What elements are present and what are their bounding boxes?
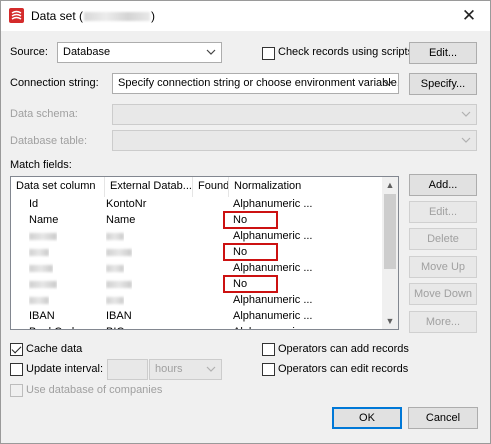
move-up-button[interactable]: Move Up bbox=[409, 256, 477, 278]
operators-add-label[interactable]: Operators can add records bbox=[278, 343, 409, 355]
scrollbar-thumb[interactable] bbox=[384, 194, 396, 269]
cache-data-label[interactable]: Cache data bbox=[26, 343, 82, 355]
interval-value-input[interactable] bbox=[107, 359, 148, 380]
chevron-down-icon bbox=[461, 137, 471, 143]
data-set-column-cell: Id bbox=[29, 198, 39, 210]
highlight-box bbox=[223, 275, 278, 293]
chevron-down-icon bbox=[206, 366, 216, 372]
operators-edit-label[interactable]: Operators can edit records bbox=[278, 363, 408, 375]
list-scrollbar[interactable]: ▲ ▼ bbox=[382, 177, 398, 329]
external-database-cell: IBAN bbox=[106, 310, 132, 322]
connection-string-value: Specify connection string or choose envi… bbox=[118, 77, 399, 89]
move-down-button[interactable]: Move Down bbox=[409, 283, 477, 305]
column-header-found[interactable]: Found bbox=[193, 177, 229, 197]
cache-data-checkbox[interactable] bbox=[10, 343, 23, 356]
use-database-of-companies-checkbox[interactable] bbox=[10, 384, 23, 397]
close-icon[interactable]: ✕ bbox=[458, 5, 480, 27]
window-title-suffix: ) bbox=[151, 9, 156, 23]
column-header-data-set-column[interactable]: Data set column bbox=[11, 177, 105, 197]
delete-field-button[interactable]: Delete bbox=[409, 228, 477, 250]
table-row[interactable]: Alphanumeric ... bbox=[11, 229, 383, 245]
table-row[interactable]: Alphanumeric ... bbox=[11, 261, 383, 277]
column-header-normalization[interactable]: Normalization bbox=[229, 177, 383, 197]
data-schema-select[interactable] bbox=[112, 104, 477, 125]
table-row[interactable]: IBAN IBAN Alphanumeric ... bbox=[11, 309, 383, 325]
connection-string-label: Connection string: bbox=[10, 77, 99, 89]
normalization-cell: Alphanumeric ... bbox=[233, 294, 313, 306]
redacted-cell bbox=[29, 278, 57, 290]
interval-unit-select[interactable]: hours bbox=[149, 359, 222, 380]
external-database-cell: BIC bbox=[106, 326, 190, 329]
data-set-column-cell: Name bbox=[29, 214, 59, 226]
specify-button[interactable]: Specify... bbox=[409, 73, 477, 95]
source-select-value: Database bbox=[63, 46, 111, 58]
connection-string-select[interactable]: Specify connection string or choose envi… bbox=[112, 73, 399, 94]
window-title: Data set () bbox=[31, 9, 155, 23]
operators-add-checkbox[interactable] bbox=[262, 343, 275, 356]
redacted-cell bbox=[106, 230, 124, 242]
cancel-button[interactable]: Cancel bbox=[408, 407, 478, 429]
app-logo-icon bbox=[9, 8, 24, 23]
table-row[interactable]: Name Name No bbox=[11, 211, 383, 229]
table-row[interactable]: Alphanumeric ... bbox=[11, 293, 383, 309]
chevron-down-icon bbox=[206, 49, 216, 55]
normalization-cell: Alphanumeric ... bbox=[233, 198, 313, 210]
data-schema-label: Data schema: bbox=[10, 108, 78, 120]
check-records-label[interactable]: Check records using scripts bbox=[278, 46, 413, 58]
data-set-column-cell: BankCode bbox=[29, 326, 103, 329]
external-database-cell: KontoNr bbox=[106, 198, 147, 210]
table-row[interactable]: No bbox=[11, 275, 383, 293]
data-set-dialog: Data set () ✕ Source: Database Check rec… bbox=[0, 0, 491, 444]
operators-edit-checkbox[interactable] bbox=[262, 363, 275, 376]
match-fields-label: Match fields: bbox=[10, 159, 72, 171]
redacted-title-text bbox=[84, 12, 151, 22]
add-field-button[interactable]: Add... bbox=[409, 174, 477, 196]
normalization-cell: Alphanumeric ... bbox=[233, 262, 313, 274]
redacted-cell bbox=[106, 278, 132, 290]
column-header-external-database[interactable]: External Datab... bbox=[105, 177, 193, 197]
ok-button[interactable]: OK bbox=[332, 407, 402, 429]
database-table-label: Database table: bbox=[10, 135, 88, 147]
redacted-cell bbox=[29, 262, 53, 274]
window-title-prefix: Data set ( bbox=[31, 9, 84, 23]
normalization-cell: Alphanumeric ... bbox=[233, 310, 313, 322]
more-button[interactable]: More... bbox=[409, 311, 477, 333]
external-database-cell: Name bbox=[106, 214, 136, 226]
list-header: Data set column External Datab... Found … bbox=[11, 177, 383, 197]
highlight-box bbox=[223, 243, 278, 261]
normalization-cell: Alphanumeric ... bbox=[233, 326, 381, 329]
check-records-checkbox[interactable] bbox=[262, 47, 275, 60]
chevron-down-icon bbox=[461, 111, 471, 117]
table-row[interactable]: Id KontoNr Alphanumeric ... bbox=[11, 197, 383, 213]
highlight-box bbox=[223, 211, 278, 229]
redacted-cell bbox=[29, 246, 49, 258]
edit-source-button[interactable]: Edit... bbox=[409, 42, 477, 64]
table-row[interactable]: No bbox=[11, 243, 383, 261]
edit-field-button[interactable]: Edit... bbox=[409, 201, 477, 223]
data-set-column-cell: IBAN bbox=[29, 310, 55, 322]
use-database-of-companies-label[interactable]: Use database of companies bbox=[26, 384, 162, 396]
redacted-cell bbox=[29, 294, 49, 306]
source-label: Source: bbox=[10, 46, 48, 58]
source-select[interactable]: Database bbox=[57, 42, 222, 63]
database-table-select[interactable] bbox=[112, 130, 477, 151]
redacted-cell bbox=[106, 294, 124, 306]
redacted-cell bbox=[106, 246, 132, 258]
interval-unit-value: hours bbox=[155, 363, 183, 375]
redacted-cell bbox=[106, 262, 124, 274]
normalization-cell: Alphanumeric ... bbox=[233, 230, 313, 242]
scroll-down-icon[interactable]: ▼ bbox=[382, 313, 398, 329]
chevron-down-icon bbox=[383, 80, 393, 86]
update-interval-label[interactable]: Update interval: bbox=[26, 363, 103, 375]
update-interval-checkbox[interactable] bbox=[10, 363, 23, 376]
match-fields-list[interactable]: Data set column External Datab... Found … bbox=[10, 176, 399, 330]
table-row[interactable]: BankCodeBIC Alphanumeric ... bbox=[11, 325, 383, 329]
title-bar: Data set () ✕ bbox=[1, 1, 490, 31]
scroll-up-icon[interactable]: ▲ bbox=[382, 177, 398, 193]
redacted-cell bbox=[29, 230, 57, 242]
